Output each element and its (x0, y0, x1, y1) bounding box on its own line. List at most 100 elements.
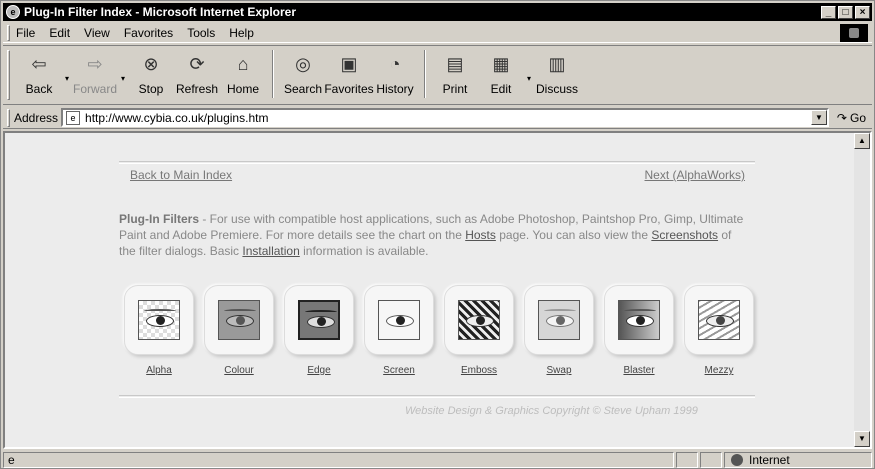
home-label: Home (226, 82, 259, 96)
addressbar-grip[interactable] (7, 108, 10, 127)
bottom-divider (119, 395, 755, 398)
thumbnail-frame[interactable] (364, 285, 434, 355)
printer-icon: ▤ (446, 53, 464, 74)
maximize-button[interactable]: □ (838, 5, 853, 19)
favorites-button[interactable]: ▣ Favorites (324, 50, 373, 102)
forward-arrow-icon: ⇨ (87, 53, 103, 74)
address-bar: Address e http://www.cybia.co.uk/plugins… (3, 107, 872, 129)
forward-button[interactable]: ⇨ Forward (72, 50, 118, 102)
security-zone: Internet (724, 451, 872, 468)
back-button[interactable]: ⇦ Back (16, 50, 62, 102)
status-pane (700, 451, 722, 468)
filter-label[interactable]: Swap (546, 365, 571, 376)
menu-edit[interactable]: Edit (49, 26, 70, 40)
filter-screen[interactable]: Screen (359, 285, 439, 376)
go-arrow-icon: ↷ (836, 110, 847, 125)
screen-thumbnail[interactable] (378, 300, 420, 340)
filter-label[interactable]: Alpha (146, 365, 172, 376)
internet-globe-icon (731, 453, 743, 466)
print-label: Print (442, 82, 468, 96)
thumbnail-frame[interactable] (684, 285, 754, 355)
search-icon: ◎ (295, 53, 311, 74)
toolbar-grip[interactable] (7, 50, 10, 100)
alpha-thumbnail[interactable] (138, 300, 180, 340)
thumbnail-frame[interactable] (204, 285, 274, 355)
intro-title: Plug-In Filters (119, 212, 200, 226)
filter-label[interactable]: Edge (307, 365, 330, 376)
next-alphaworks-link[interactable]: Next (AlphaWorks) (645, 168, 745, 182)
forward-dropdown-icon[interactable]: ▾ (118, 74, 128, 83)
filter-blaster[interactable]: Blaster (599, 285, 679, 376)
filter-colour[interactable]: Colour (199, 285, 279, 376)
go-label: Go (849, 110, 866, 125)
search-button[interactable]: ◎ Search (280, 50, 326, 102)
stop-button[interactable]: ⊗ Stop (128, 50, 174, 102)
filter-emboss[interactable]: Emboss (439, 285, 519, 376)
discuss-button[interactable]: ▥ Discuss (534, 50, 580, 102)
refresh-button[interactable]: ⟳ Refresh (174, 50, 220, 102)
scroll-down-icon[interactable]: ▼ (854, 431, 870, 447)
history-button[interactable]: ◔ History (372, 50, 418, 102)
status-main-pane: e (3, 451, 674, 468)
thumbnail-frame[interactable] (444, 285, 514, 355)
back-arrow-icon: ⇦ (31, 53, 47, 74)
menu-tools[interactable]: Tools (187, 26, 215, 40)
copyright-text: Website Design & Graphics Copyright © St… (405, 405, 698, 417)
minimize-button[interactable]: _ (821, 5, 836, 19)
standard-toolbar: ⇦ Back ▾ ⇨ Forward ▾ ⊗ Stop ⟳ Refresh ⌂ … (3, 45, 872, 105)
edge-thumbnail[interactable] (298, 300, 340, 340)
installation-link[interactable]: Installation (242, 244, 299, 258)
thumbnail-frame[interactable] (124, 285, 194, 355)
filter-alpha[interactable]: Alpha (119, 285, 199, 376)
edit-dropdown-icon[interactable]: ▾ (524, 74, 534, 83)
filter-swap[interactable]: Swap (519, 285, 599, 376)
menubar-grip[interactable] (7, 24, 10, 41)
menu-favorites[interactable]: Favorites (124, 26, 173, 40)
go-button[interactable]: ↷ Go (837, 111, 866, 125)
scroll-up-icon[interactable]: ▲ (854, 133, 870, 149)
filter-label[interactable]: Mezzy (705, 365, 734, 376)
zone-label: Internet (749, 452, 790, 467)
menu-file[interactable]: File (16, 26, 35, 40)
thumbnail-frame[interactable] (524, 285, 594, 355)
colour-thumbnail[interactable] (218, 300, 260, 340)
address-dropdown-icon[interactable]: ▼ (810, 110, 827, 125)
page-icon: e (66, 110, 81, 125)
screenshots-link[interactable]: Screenshots (651, 228, 718, 242)
intro-text-4: information is available. (299, 244, 429, 258)
menu-view[interactable]: View (84, 26, 110, 40)
ie-logo-icon: e (6, 5, 20, 19)
hosts-link[interactable]: Hosts (465, 228, 496, 242)
stop-label: Stop (138, 82, 164, 96)
filter-label[interactable]: Blaster (623, 365, 654, 376)
filter-label[interactable]: Colour (224, 365, 253, 376)
filter-label[interactable]: Screen (383, 365, 415, 376)
filter-mezzy[interactable]: Mezzy (679, 285, 759, 376)
print-button[interactable]: ▤ Print (432, 50, 478, 102)
blaster-thumbnail[interactable] (618, 300, 660, 340)
address-url[interactable]: http://www.cybia.co.uk/plugins.htm (85, 111, 268, 125)
home-button[interactable]: ⌂ Home (220, 50, 266, 102)
address-input[interactable]: e http://www.cybia.co.uk/plugins.htm ▼ (61, 108, 829, 127)
history-icon: ◔ (389, 53, 401, 74)
browser-window: e Plug-In Filter Index - Microsoft Inter… (0, 0, 875, 469)
emboss-thumbnail[interactable] (458, 300, 500, 340)
back-dropdown-icon[interactable]: ▾ (62, 74, 72, 83)
vertical-scrollbar[interactable]: ▲ ▼ (854, 133, 870, 447)
close-button[interactable]: × (855, 5, 870, 19)
refresh-icon: ⟳ (189, 53, 205, 74)
mezzy-thumbnail[interactable] (698, 300, 740, 340)
favorites-folder-icon: ▣ (340, 53, 358, 74)
title-bar[interactable]: e Plug-In Filter Index - Microsoft Inter… (3, 3, 872, 21)
thumbnail-frame[interactable] (284, 285, 354, 355)
filter-edge[interactable]: Edge (279, 285, 359, 376)
thumbnail-frame[interactable] (604, 285, 674, 355)
back-to-main-index-link[interactable]: Back to Main Index (130, 168, 232, 182)
top-divider (119, 161, 755, 164)
filter-label[interactable]: Emboss (461, 365, 497, 376)
toolbar-separator (424, 50, 426, 98)
menu-help[interactable]: Help (229, 26, 254, 40)
home-icon: ⌂ (237, 53, 249, 74)
edit-button[interactable]: ▦ Edit (478, 50, 524, 102)
swap-thumbnail[interactable] (538, 300, 580, 340)
